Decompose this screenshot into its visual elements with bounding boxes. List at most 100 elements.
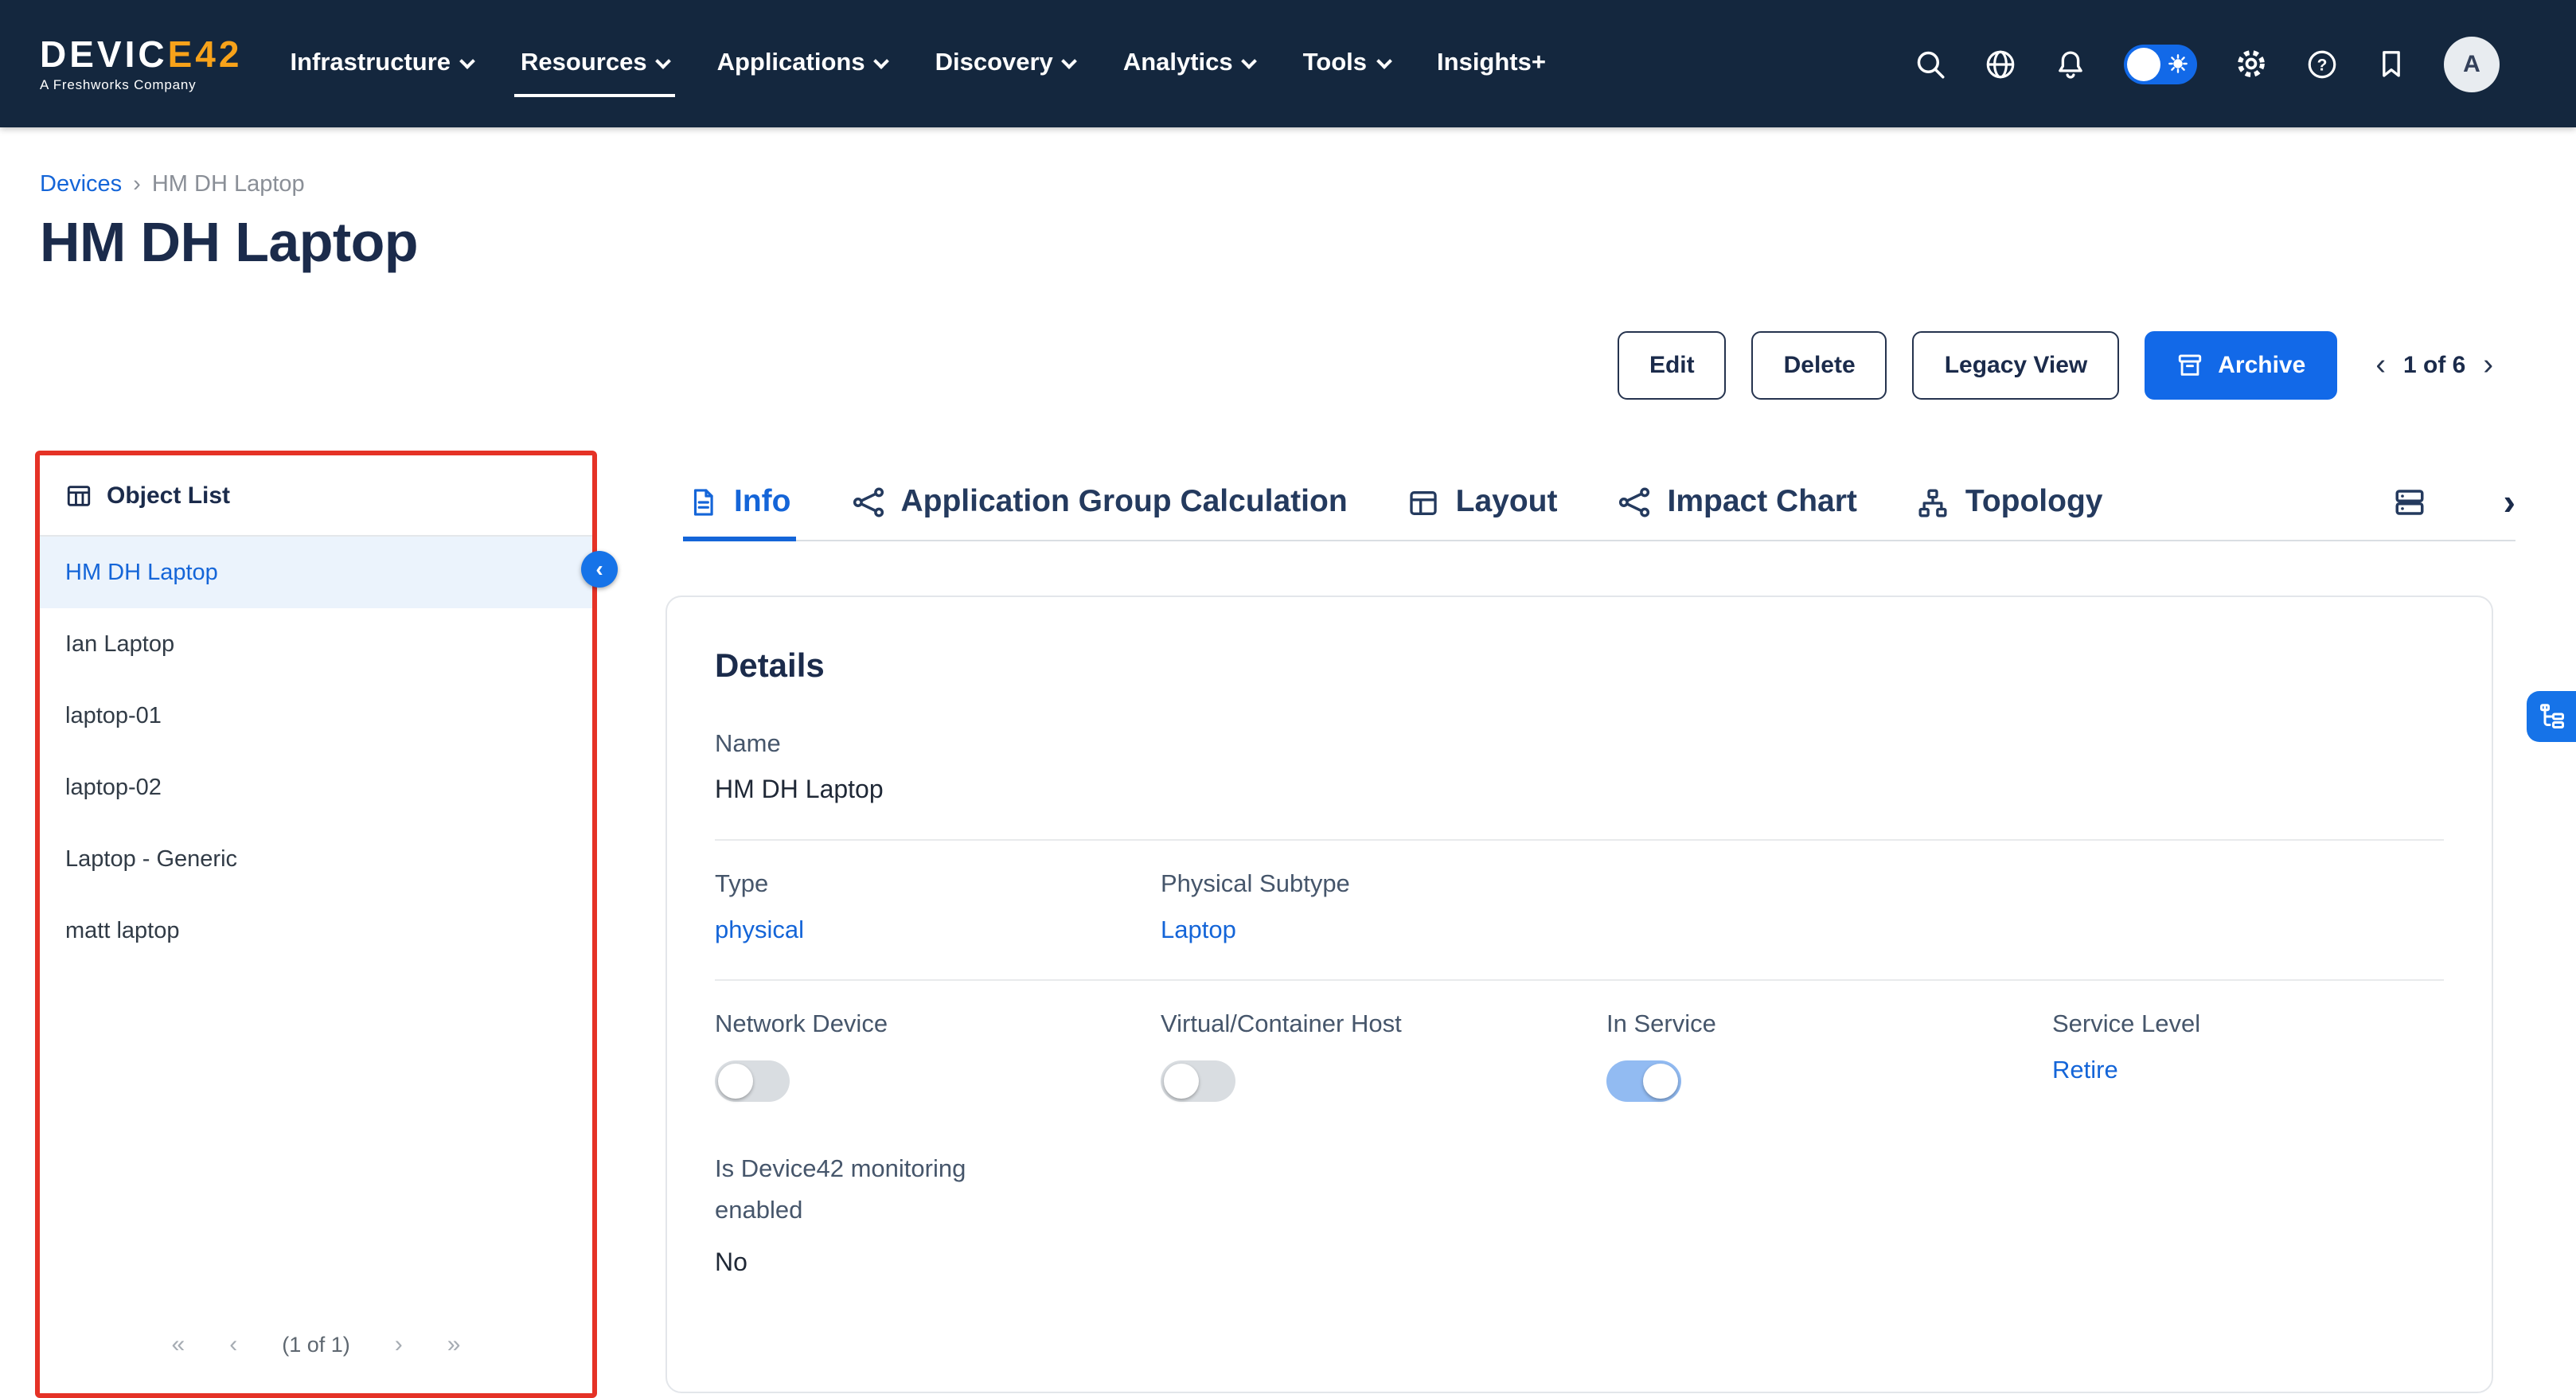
nav-label: Applications <box>717 49 865 78</box>
breadcrumb-separator: › <box>133 172 141 197</box>
record-pager: ‹ 1 of 6 › <box>2375 350 2493 381</box>
next-record-button[interactable]: › <box>2483 350 2493 381</box>
field-network-device: Network Device <box>715 1011 1161 1102</box>
nav-label: Analytics <box>1123 49 1233 78</box>
nav-insights[interactable]: Insights+ <box>1437 0 1546 127</box>
field-physical-subtype: Physical Subtype Laptop <box>1161 871 1606 946</box>
field-label: Name <box>715 731 2444 760</box>
main-nav: Infrastructure Resources Applications Di… <box>290 0 1546 127</box>
search-icon[interactable] <box>1914 47 1947 80</box>
help-icon[interactable]: ? <box>2305 47 2339 80</box>
logo-wordmark: DEVICE42 <box>40 35 242 73</box>
type-link[interactable]: physical <box>715 917 1161 946</box>
action-buttons: Edit Delete Legacy View Archive ‹ 1 of 6… <box>1618 331 2493 400</box>
tree-view-button[interactable] <box>2527 691 2576 742</box>
tab-topology[interactable]: Topology <box>1918 465 2103 540</box>
field-label: Physical Subtype <box>1161 871 1606 900</box>
field-row-toggles: Network Device Virtual/Container Host In… <box>715 1011 2444 1102</box>
chevron-down-icon <box>1376 53 1391 68</box>
field-label: Service Level <box>2052 1011 2444 1040</box>
sitemap-icon <box>1918 486 1950 518</box>
virtual-container-host-toggle[interactable] <box>1161 1060 1235 1102</box>
field-value: No <box>715 1250 2444 1279</box>
device42-app: DEVICE42 A Freshworks Company Infrastruc… <box>0 0 2576 1302</box>
tab-label: Layout <box>1456 484 1558 521</box>
nav-label: Infrastructure <box>290 49 451 78</box>
list-item[interactable]: Laptop - Generic <box>40 823 592 895</box>
main-content: Devices › HM DH Laptop HM DH Laptop Edit… <box>0 127 2576 1302</box>
last-page-button[interactable]: » <box>447 1330 461 1357</box>
more-tabs-chevron[interactable]: › <box>2504 484 2516 521</box>
nav-infrastructure[interactable]: Infrastructure <box>290 0 473 127</box>
nav-applications[interactable]: Applications <box>717 0 888 127</box>
chevron-down-icon <box>1062 53 1078 68</box>
list-item[interactable]: laptop-02 <box>40 752 592 823</box>
bookmark-icon[interactable] <box>2375 48 2407 80</box>
record-position: 1 of 6 <box>2403 352 2465 379</box>
gear-icon[interactable] <box>2234 46 2269 81</box>
nav-discovery[interactable]: Discovery <box>935 0 1075 127</box>
user-avatar[interactable]: A <box>2444 36 2500 92</box>
network-icon <box>851 486 884 519</box>
nav-analytics[interactable]: Analytics <box>1123 0 1255 127</box>
page-count: (1 of 1) <box>282 1332 350 1356</box>
field-label: Is Device42 monitoring enabled <box>715 1150 1041 1232</box>
list-item[interactable]: laptop-01 <box>40 680 592 752</box>
prev-record-button[interactable]: ‹ <box>2375 350 2386 381</box>
field-in-service: In Service <box>1606 1011 2052 1102</box>
in-service-toggle[interactable] <box>1606 1060 1681 1102</box>
field-row-type: Type physical Physical Subtype Laptop <box>715 871 2444 946</box>
nav-label: Resources <box>521 49 647 78</box>
toggle-knob <box>2127 47 2160 80</box>
tab-layout[interactable]: Layout <box>1408 465 1558 540</box>
breadcrumb-current: HM DH Laptop <box>152 172 305 197</box>
nav-resources[interactable]: Resources <box>521 0 669 127</box>
page-title: HM DH Laptop <box>40 212 2576 275</box>
tab-application-group-calculation[interactable]: Application Group Calculation <box>851 465 1347 540</box>
delete-button[interactable]: Delete <box>1752 331 1887 400</box>
breadcrumb-devices-link[interactable]: Devices <box>40 172 122 197</box>
archive-button[interactable]: Archive <box>2145 331 2337 400</box>
prev-page-button[interactable]: ‹ <box>229 1330 237 1357</box>
tab-impact-chart[interactable]: Impact Chart <box>1618 465 1857 540</box>
next-page-button[interactable]: › <box>395 1330 403 1357</box>
field-type: Type physical <box>715 871 1161 946</box>
tab-info[interactable]: Info <box>688 465 790 540</box>
globe-icon[interactable] <box>1984 47 2017 80</box>
edit-button[interactable]: Edit <box>1618 331 1727 400</box>
network-device-toggle[interactable] <box>715 1060 790 1102</box>
field-label: Network Device <box>715 1011 1161 1040</box>
service-level-link[interactable]: Retire <box>2052 1057 2444 1086</box>
network-icon <box>1618 486 1652 519</box>
nav-label: Tools <box>1303 49 1367 78</box>
legacy-view-button[interactable]: Legacy View <box>1913 331 2120 400</box>
details-card: Details Name HM DH Laptop Type physical … <box>665 596 2493 1393</box>
first-page-button[interactable]: « <box>172 1330 185 1357</box>
tab-label: Topology <box>1965 484 2103 521</box>
nav-tools[interactable]: Tools <box>1303 0 1389 127</box>
chevron-down-icon <box>459 53 475 68</box>
tab-label: Impact Chart <box>1668 484 1857 521</box>
list-item[interactable]: HM DH Laptop <box>40 537 592 608</box>
physical-subtype-link[interactable]: Laptop <box>1161 917 1606 946</box>
list-item[interactable]: matt laptop <box>40 895 592 966</box>
list-item[interactable]: Ian Laptop <box>40 608 592 680</box>
bell-icon[interactable] <box>2054 47 2087 80</box>
chevron-down-icon <box>656 53 672 68</box>
object-list-panel: Object List HM DH Laptop Ian Laptop lapt… <box>40 457 592 1393</box>
server-icon <box>2394 486 2427 519</box>
field-monitoring: Is Device42 monitoring enabled No <box>715 1150 2444 1279</box>
field-virtual-container-host: Virtual/Container Host <box>1161 1011 1606 1102</box>
sun-icon <box>2165 51 2191 76</box>
field-service-level: Service Level Retire <box>2052 1011 2444 1102</box>
tab-label: Info <box>734 484 790 521</box>
device42-logo[interactable]: DEVICE42 A Freshworks Company <box>40 35 242 92</box>
divider <box>715 839 2444 841</box>
tab-partial[interactable] <box>2394 465 2443 540</box>
collapse-panel-button[interactable]: ‹ <box>581 551 618 588</box>
theme-toggle[interactable] <box>2124 44 2197 84</box>
breadcrumb: Devices › HM DH Laptop <box>0 127 2576 197</box>
navbar-icon-group: ? A <box>1914 36 2500 92</box>
svg-text:?: ? <box>2317 55 2328 73</box>
divider <box>715 979 2444 981</box>
